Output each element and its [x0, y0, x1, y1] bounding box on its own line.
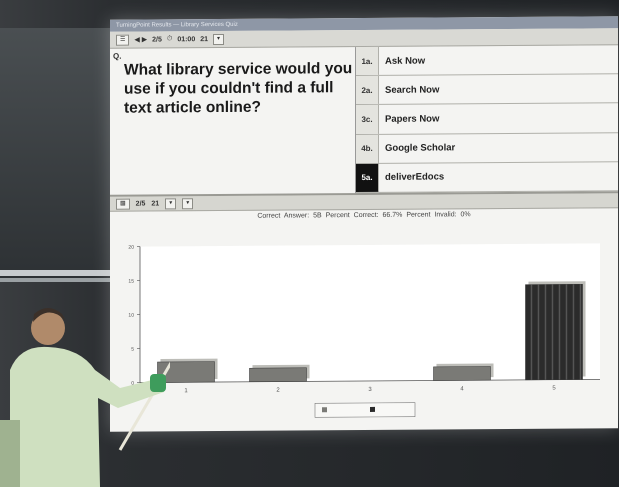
chalkboard	[0, 28, 112, 282]
bar-chart-svg: 051015201 2 3 4 5	[128, 243, 600, 418]
toolbar-menu-button[interactable]: ☰	[116, 34, 130, 46]
timer-icon[interactable]: ⏱	[167, 35, 172, 43]
x-tick-label: 5	[552, 386, 556, 392]
answer-row[interactable]: 5a. deliverEdocs	[356, 162, 618, 194]
correct-answer: Correct Answer: 5B	[257, 212, 322, 220]
nav-arrows-icon[interactable]: ◀ ▶	[134, 36, 147, 44]
timer-value: 01:00	[177, 35, 196, 43]
bar	[433, 366, 491, 381]
chart-option-dropdown[interactable]: ▾	[182, 197, 194, 209]
x-tick-label: 2	[276, 388, 280, 394]
x-tick-label: 1	[184, 388, 188, 394]
answer-label: Google Scholar	[385, 142, 456, 155]
answer-tag: 5a.	[356, 163, 379, 193]
x-tick-label: 4	[460, 386, 464, 392]
answer-tag: 3c.	[356, 105, 379, 134]
percent-invalid: Percent Invalid: 0%	[406, 211, 471, 219]
response-count: 21	[200, 35, 209, 43]
legend-box	[314, 402, 416, 418]
answer-row[interactable]: 2a. Search Now	[356, 74, 618, 106]
answer-row[interactable]: 3c. Papers Now	[356, 103, 618, 135]
answer-row[interactable]: 1a. Ask Now	[356, 45, 618, 77]
chart-view-button[interactable]: ▦	[116, 198, 130, 210]
y-tick-label: 15	[128, 279, 134, 285]
clicker-remote	[150, 374, 166, 392]
question-text: What library service would you use if yo…	[124, 60, 353, 117]
legend-swatch	[322, 407, 327, 413]
answer-label: Ask Now	[385, 55, 426, 67]
question-slide: Q. What library service would you use if…	[110, 45, 618, 197]
results-slide-counter: 2/5	[135, 200, 146, 208]
x-tick-label: 3	[368, 387, 372, 393]
stats-line: Correct Answer: 5B Percent Correct: 66.7…	[110, 208, 618, 223]
answer-label: Search Now	[385, 84, 440, 96]
results-response-count: 21	[151, 199, 160, 207]
question-label: Q.	[113, 51, 122, 61]
toolbar-dropdown[interactable]: ▾	[213, 33, 225, 45]
results-chart: 0 5 10 15 20 1 2 3 4 5	[110, 229, 618, 432]
answer-row[interactable]: 4b. Google Scholar	[356, 132, 618, 164]
answer-tag: 1a.	[356, 46, 379, 76]
presenter-figure	[0, 308, 170, 487]
percent-correct: Percent Correct: 66.7%	[325, 211, 403, 220]
chart-type-dropdown[interactable]: ▾	[165, 197, 177, 209]
slide-counter: 2/5	[152, 35, 162, 43]
y-tick-label: 20	[128, 245, 134, 251]
question-cell: Q. What library service would you use if…	[110, 47, 356, 195]
legend-swatch	[370, 406, 375, 412]
answer-tag: 2a.	[356, 76, 379, 105]
bar	[249, 367, 307, 383]
answer-tag: 4b.	[356, 134, 379, 163]
answer-label: Papers Now	[385, 113, 440, 125]
chalk-rail	[0, 270, 112, 276]
projection-screen: TurningPoint Results — Library Services …	[110, 16, 618, 432]
answer-list: 1a. Ask Now 2a. Search Now 3c. Papers Now 4b. G…	[356, 45, 618, 194]
answer-label: deliverEdocs	[385, 171, 445, 184]
presenter-arm	[0, 420, 20, 487]
